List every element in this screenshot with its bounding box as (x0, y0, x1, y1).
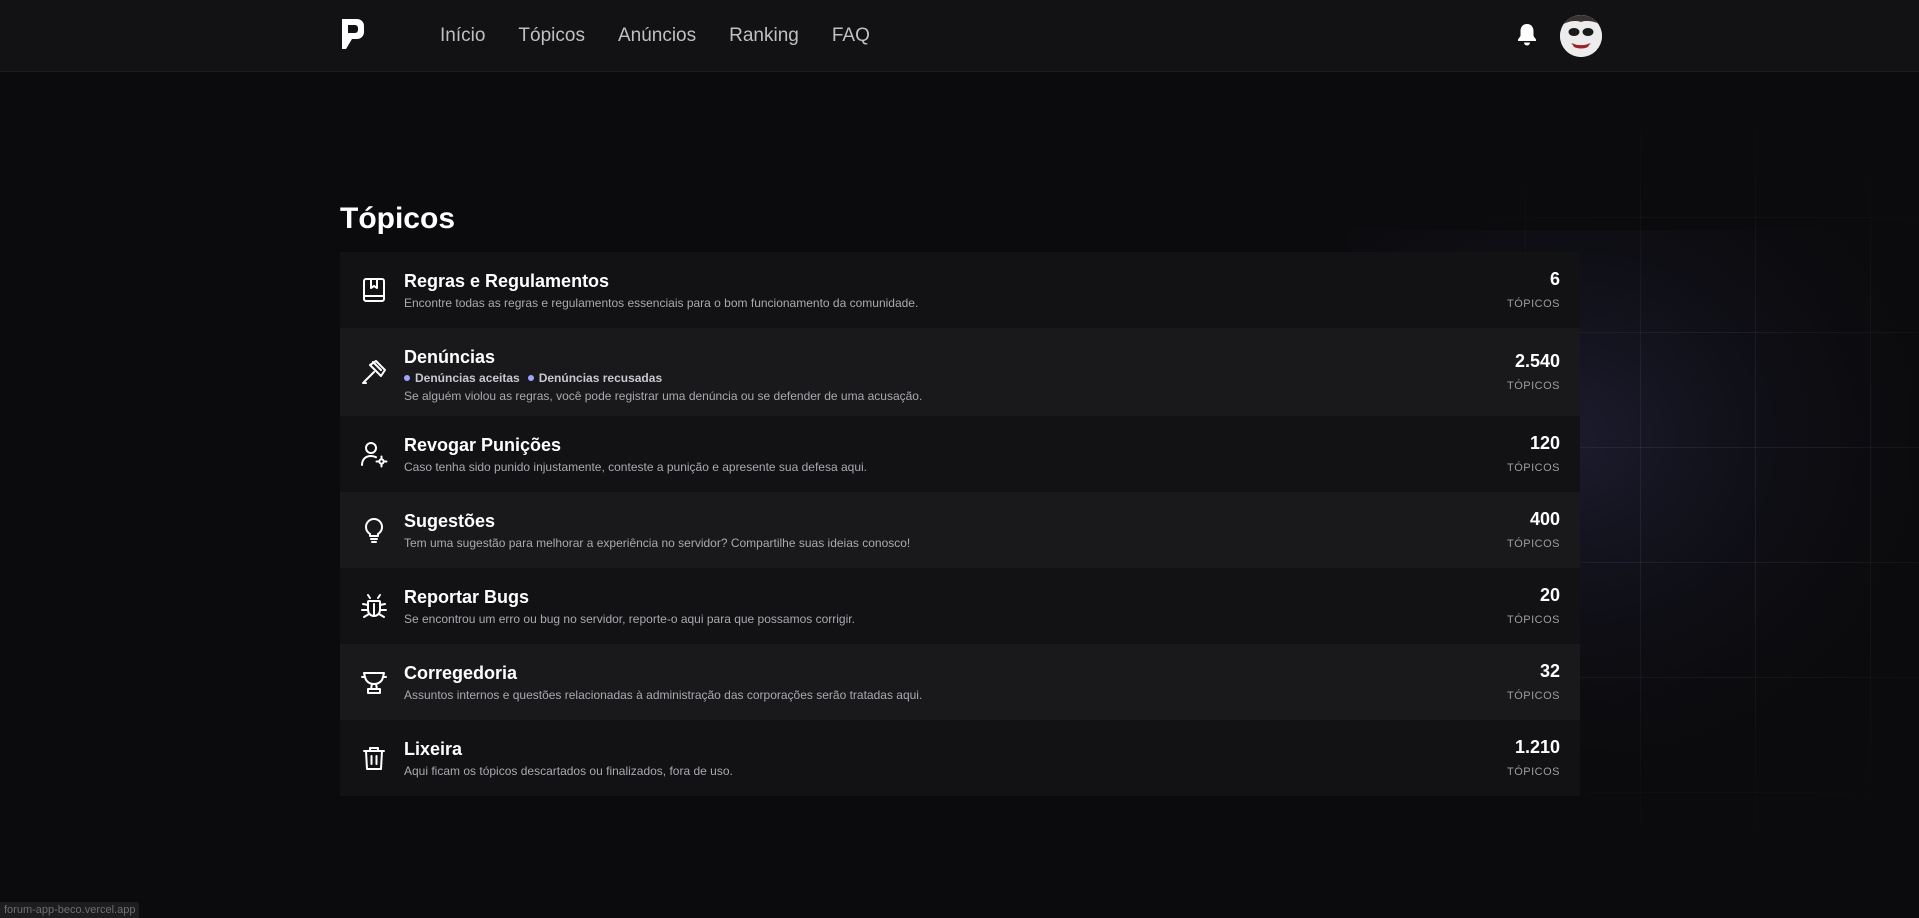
topic-count-label: TÓPICOS (1506, 298, 1560, 310)
topic-count-label: TÓPICOS (1506, 462, 1560, 474)
topic-count: 120 (1529, 433, 1560, 453)
category-description: Se alguém violou as regras, você pode re… (404, 389, 923, 403)
topic-count-label: TÓPICOS (1506, 766, 1560, 778)
logo-icon[interactable] (340, 17, 366, 51)
category-title[interactable]: Sugestões (404, 510, 1420, 532)
topic-count: 2.540 (1514, 351, 1560, 371)
book-icon (363, 278, 385, 302)
topic-count: 32 (1539, 661, 1560, 681)
category-title[interactable]: Reportar Bugs (404, 586, 1420, 608)
trash-icon (363, 747, 385, 770)
category-title[interactable]: Revogar Punições (404, 434, 1420, 456)
lightbulb-icon (365, 518, 383, 543)
subcategory-label: Denúncias recusadas (538, 371, 663, 385)
avatar[interactable] (1560, 15, 1602, 57)
page-title: Tópicos (340, 202, 456, 235)
category-row-revogar[interactable]: Revogar Punições Caso tenha sido punido … (340, 416, 1580, 492)
trophy-icon (361, 672, 387, 694)
category-row-regras[interactable]: Regras e Regulamentos Encontre todas as … (340, 252, 1580, 328)
nav-anuncios[interactable]: Anúncios (618, 25, 696, 47)
subcategory-label: Denúncias aceitas (415, 371, 520, 385)
nav-inicio[interactable]: Início (440, 25, 485, 47)
subcategory-dot (527, 375, 534, 381)
top-header: Início Tópicos Anúncios Ranking FAQ (0, 0, 1919, 72)
category-title[interactable]: Regras e Regulamentos (404, 270, 1420, 292)
category-row-bugs[interactable]: Reportar Bugs Se encontrou um erro ou bu… (340, 568, 1580, 644)
category-description: Aqui ficam os tópicos descartados ou fin… (404, 764, 733, 778)
category-row-lixeira[interactable]: Lixeira Aqui ficam os tópicos descartado… (340, 720, 1580, 796)
subcategory-list: Denúncias aceitas Denúncias recusadas (404, 371, 1420, 385)
category-description: Caso tenha sido punido injustamente, con… (404, 460, 867, 474)
subcategory-dot (404, 375, 410, 381)
category-row-sugestoes[interactable]: Sugestões Tem uma sugestão para melhorar… (340, 492, 1580, 568)
topic-count-label: TÓPICOS (1506, 690, 1560, 702)
main-nav: Início Tópicos Anúncios Ranking FAQ (440, 0, 903, 72)
category-description: Se encontrou um erro ou bug no servidor,… (404, 612, 855, 626)
category-title[interactable]: Denúncias (404, 346, 1420, 368)
bell-icon[interactable] (1516, 22, 1538, 46)
topic-count-label: TÓPICOS (1506, 614, 1560, 626)
topic-count: 400 (1529, 509, 1560, 529)
bug-icon (361, 594, 387, 618)
status-bar-url: forum-app-beco.vercel.app (0, 902, 140, 918)
topic-count: 20 (1539, 585, 1560, 605)
category-description: Tem uma sugestão para melhorar a experiê… (404, 536, 911, 550)
category-title[interactable]: Corregedoria (404, 662, 1420, 684)
category-row-corregedoria[interactable]: Corregedoria Assuntos internos e questõe… (340, 644, 1580, 720)
topic-count: 1.210 (1514, 737, 1560, 757)
category-row-denuncias[interactable]: Denúncias Denúncias aceitas Denúncias re… (340, 328, 1580, 416)
subcategory-link-aceitas[interactable]: Denúncias aceitas (404, 371, 520, 385)
gavel-icon (362, 360, 386, 384)
user-gear-icon (361, 442, 388, 468)
avatar-image (1560, 15, 1602, 57)
nav-ranking[interactable]: Ranking (729, 25, 799, 47)
nav-topicos[interactable]: Tópicos (518, 25, 585, 47)
topic-count: 6 (1549, 269, 1560, 289)
topic-count-label: TÓPICOS (1506, 538, 1560, 550)
topic-count-label: TÓPICOS (1506, 380, 1560, 392)
category-description: Encontre todas as regras e regulamentos … (404, 296, 919, 310)
category-description: Assuntos internos e questões relacionada… (404, 688, 923, 702)
category-list: Regras e Regulamentos Encontre todas as … (340, 252, 1580, 796)
subcategory-link-recusadas[interactable]: Denúncias recusadas (527, 371, 663, 385)
category-title[interactable]: Lixeira (404, 738, 1420, 760)
nav-faq[interactable]: FAQ (832, 25, 870, 47)
